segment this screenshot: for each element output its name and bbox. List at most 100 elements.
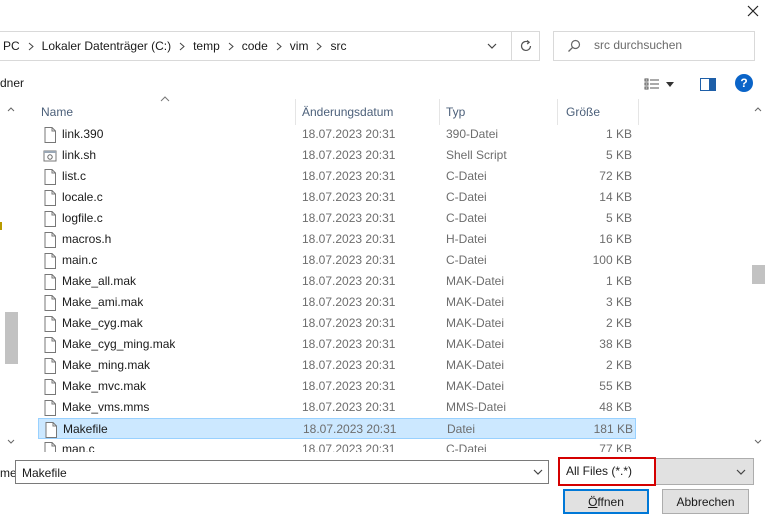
file-name: Make_ami.mak	[62, 295, 144, 309]
file-size: 5 KB	[605, 211, 632, 225]
file-icon	[44, 232, 56, 248]
filename-input[interactable]	[15, 460, 549, 484]
file-size: 3 KB	[605, 295, 632, 309]
address-history-button[interactable]	[482, 38, 502, 54]
file-row[interactable]: macros.h 18.07.2023 20:31 H-Datei 16 KB	[38, 229, 636, 250]
file-name: list.c	[62, 169, 86, 183]
column-header-label: Größe	[566, 105, 601, 119]
file-row[interactable]: link.390 18.07.2023 20:31 390-Datei 1 KB	[38, 124, 636, 145]
chevron-right-icon[interactable]	[174, 42, 190, 51]
file-name: locale.c	[62, 190, 103, 204]
file-type: MAK-Datei	[446, 295, 505, 309]
file-row[interactable]: Make_ami.mak 18.07.2023 20:31 MAK-Datei 3 K…	[38, 292, 636, 313]
column-divider[interactable]	[439, 99, 440, 125]
file-icon	[44, 211, 56, 227]
file-size: 14 KB	[599, 190, 632, 204]
file-name: Makefile	[63, 422, 108, 436]
chevron-right-icon[interactable]	[223, 42, 239, 51]
close-icon	[747, 5, 758, 17]
file-date: 18.07.2023 20:31	[302, 358, 396, 372]
file-size: 16 KB	[599, 232, 632, 246]
file-type: MAK-Datei	[446, 274, 505, 288]
open-button[interactable]: Öffnen	[563, 489, 649, 514]
column-divider[interactable]	[295, 99, 296, 125]
column-divider[interactable]	[557, 99, 558, 125]
scroll-down-arrow[interactable]	[751, 436, 765, 446]
file-row[interactable]: man.c 18.07.2023 20:31 C-Datei 77 KB	[38, 439, 636, 452]
file-row[interactable]: Make_ming.mak 18.07.2023 20:31 MAK-Datei 2 …	[38, 355, 636, 376]
view-options-button[interactable]	[644, 74, 684, 94]
cancel-button[interactable]: Abbrechen	[662, 489, 749, 514]
file-name: Make_mvc.mak	[62, 379, 147, 393]
scrollbar-thumb[interactable]	[752, 265, 765, 284]
filename-dropdown-button[interactable]	[530, 464, 546, 480]
breadcrumb-item[interactable]: vim	[287, 39, 312, 53]
file-row[interactable]: Make_cyg.mak 18.07.2023 20:31 MAK-Datei 2 K…	[38, 313, 636, 334]
file-date: 18.07.2023 20:31	[302, 337, 396, 351]
file-type: C-Datei	[446, 253, 487, 267]
file-date: 18.07.2023 20:31	[302, 400, 396, 414]
breadcrumb-item[interactable]: Lokaler Datenträger (C:)	[39, 39, 174, 53]
file-type: Shell Script	[446, 148, 507, 162]
file-size: 38 KB	[599, 337, 632, 351]
file-row[interactable]: Make_cyg_ming.mak 18.07.2023 20:31 MAK-Dat…	[38, 334, 636, 355]
column-header-size[interactable]: Größe	[566, 99, 634, 125]
search-placeholder: src durchsuchen	[594, 38, 683, 52]
file-icon	[44, 358, 56, 374]
file-row[interactable]: list.c 18.07.2023 20:31 C-Datei 72 KB	[38, 166, 636, 187]
file-size: 181 KB	[593, 422, 633, 436]
refresh-icon	[520, 40, 531, 52]
breadcrumb-item[interactable]: temp	[190, 39, 223, 53]
file-date: 18.07.2023 20:31	[302, 316, 396, 330]
file-row[interactable]: main.c 18.07.2023 20:31 C-Datei 100 KB	[38, 250, 636, 271]
file-row[interactable]: link.sh 18.07.2023 20:31 Shell Script 5 KB	[38, 145, 636, 166]
file-name: Make_ming.mak	[62, 358, 151, 372]
file-type: MAK-Datei	[446, 358, 505, 372]
file-date: 18.07.2023 20:31	[302, 274, 396, 288]
new-folder-button[interactable]: dner	[0, 76, 24, 90]
breadcrumb-item[interactable]: src	[327, 39, 349, 53]
file-row[interactable]: logfile.c 18.07.2023 20:31 C-Datei 5 KB	[38, 208, 636, 229]
file-date: 18.07.2023 20:31	[302, 127, 396, 141]
file-type: C-Datei	[446, 190, 487, 204]
file-name: man.c	[62, 442, 95, 452]
file-date: 18.07.2023 20:31	[302, 211, 396, 225]
file-row[interactable]: locale.c 18.07.2023 20:31 C-Datei 14 KB	[38, 187, 636, 208]
breadcrumb-item[interactable]: PC	[0, 39, 23, 53]
chevron-right-icon[interactable]	[311, 42, 327, 51]
chevron-right-icon[interactable]	[271, 42, 287, 51]
open-label: ffnen	[597, 494, 624, 509]
column-header-type[interactable]: Typ	[446, 99, 556, 125]
scroll-up-arrow[interactable]	[751, 104, 765, 114]
file-row[interactable]: Makefile 18.07.2023 20:31 Datei 181 KB	[38, 418, 636, 439]
filename-value: Makefile	[22, 466, 67, 480]
file-row[interactable]: Make_all.mak 18.07.2023 20:31 MAK-Datei 1 K…	[38, 271, 636, 292]
refresh-button[interactable]	[511, 31, 540, 61]
file-type: C-Datei	[446, 169, 487, 183]
file-date: 18.07.2023 20:31	[303, 422, 397, 436]
nav-scroll-up-arrow[interactable]	[5, 104, 17, 114]
filetype-highlight-box	[558, 457, 656, 486]
chevron-down-icon	[487, 43, 497, 49]
file-row[interactable]: Make_vms.mms 18.07.2023 20:31 MMS-Datei 48 …	[38, 397, 636, 418]
file-row[interactable]: Make_mvc.mak 18.07.2023 20:31 MAK-Datei 55 …	[38, 376, 636, 397]
help-icon[interactable]: ?	[735, 74, 753, 92]
file-size: 2 KB	[605, 358, 632, 372]
column-header-label: Typ	[446, 105, 466, 119]
file-icon	[44, 190, 56, 206]
column-header-date[interactable]: Änderungsdatum	[302, 99, 438, 125]
file-type: MAK-Datei	[446, 316, 505, 330]
column-divider[interactable]	[638, 99, 639, 125]
file-size: 2 KB	[605, 316, 632, 330]
file-icon	[45, 422, 57, 438]
column-header-name[interactable]: Name	[41, 99, 295, 125]
breadcrumb-item[interactable]: code	[239, 39, 271, 53]
chevron-right-icon[interactable]	[23, 42, 39, 51]
file-type: H-Datei	[446, 232, 487, 246]
file-date: 18.07.2023 20:31	[302, 295, 396, 309]
file-date: 18.07.2023 20:31	[302, 190, 396, 204]
filetype-dropdown-button[interactable]	[733, 464, 749, 480]
preview-pane-button[interactable]	[698, 74, 718, 94]
file-size: 72 KB	[599, 169, 632, 183]
close-button[interactable]	[738, 0, 767, 22]
